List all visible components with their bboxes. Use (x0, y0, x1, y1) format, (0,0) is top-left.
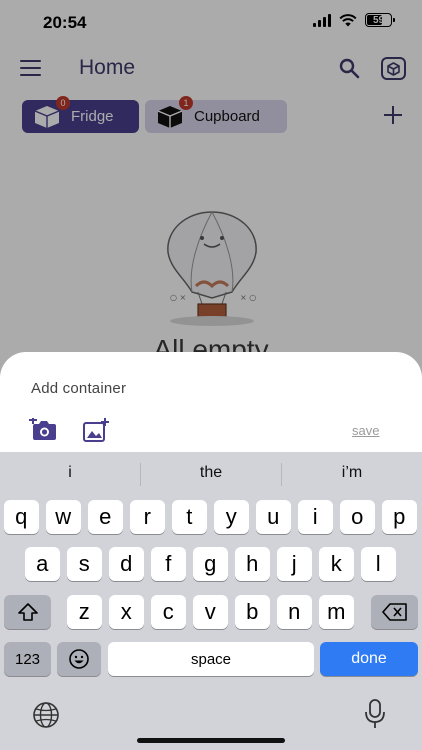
key-o[interactable]: o (340, 500, 375, 534)
key-u[interactable]: u (256, 500, 291, 534)
done-key[interactable]: done (320, 642, 418, 676)
key-w[interactable]: w (46, 500, 81, 534)
container-name-input[interactable]: Add container (31, 380, 126, 397)
suggestion-item[interactable]: i’m (282, 464, 422, 482)
emoji-key[interactable] (57, 642, 101, 676)
key-y[interactable]: y (214, 500, 249, 534)
key-v[interactable]: v (193, 595, 228, 629)
save-button[interactable]: save (352, 423, 379, 438)
key-q[interactable]: q (4, 500, 39, 534)
suggestion-bar: i the i’m (0, 452, 422, 496)
key-g[interactable]: g (193, 547, 228, 581)
keyboard: i the i’m q w e r t y u i o p a s d f g h j k l z x c v b n m 123 s… (0, 452, 422, 750)
key-d[interactable]: d (109, 547, 144, 581)
camera-plus-icon[interactable] (29, 418, 57, 442)
key-z[interactable]: z (67, 595, 102, 629)
key-n[interactable]: n (277, 595, 312, 629)
suggestion-item[interactable]: the (141, 464, 281, 482)
shift-key[interactable] (4, 595, 51, 629)
key-b[interactable]: b (235, 595, 270, 629)
key-c[interactable]: c (151, 595, 186, 629)
key-k[interactable]: k (319, 547, 354, 581)
microphone-icon[interactable] (364, 699, 386, 729)
key-m[interactable]: m (319, 595, 354, 629)
backspace-icon (381, 603, 407, 621)
globe-icon[interactable] (31, 700, 61, 730)
backspace-key[interactable] (371, 595, 418, 629)
key-r[interactable]: r (130, 500, 165, 534)
key-e[interactable]: e (88, 500, 123, 534)
home-indicator[interactable] (137, 738, 285, 743)
key-a[interactable]: a (25, 547, 60, 581)
image-plus-icon[interactable] (83, 418, 109, 442)
key-s[interactable]: s (67, 547, 102, 581)
key-h[interactable]: h (235, 547, 270, 581)
shift-icon (17, 603, 38, 621)
key-j[interactable]: j (277, 547, 312, 581)
numbers-key[interactable]: 123 (4, 642, 51, 676)
space-key[interactable]: space (108, 642, 314, 676)
add-container-sheet: Add container save (0, 352, 422, 452)
key-i[interactable]: i (298, 500, 333, 534)
key-x[interactable]: x (109, 595, 144, 629)
key-t[interactable]: t (172, 500, 207, 534)
suggestion-item[interactable]: i (0, 464, 140, 482)
emoji-icon (69, 649, 89, 669)
key-p[interactable]: p (382, 500, 417, 534)
key-l[interactable]: l (361, 547, 396, 581)
key-f[interactable]: f (151, 547, 186, 581)
